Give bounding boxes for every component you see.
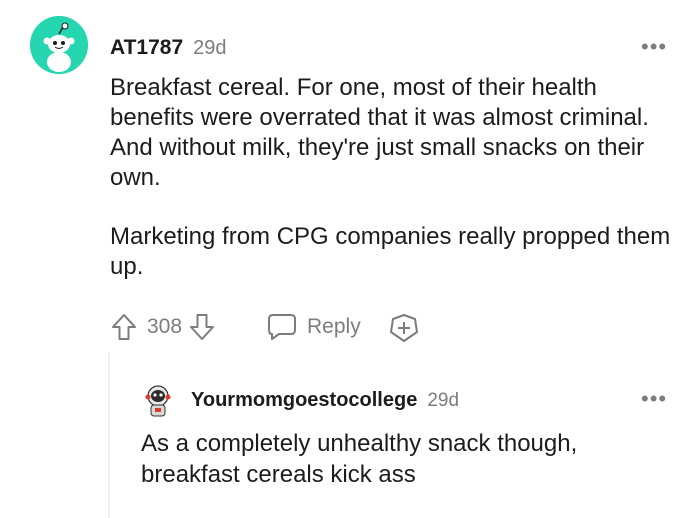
reply-button[interactable]: Reply — [266, 312, 361, 342]
award-button[interactable] — [387, 312, 421, 344]
comment-paragraph-1: Breakfast cereal. For one, most of their… — [110, 74, 649, 191]
reply-username[interactable]: Yourmomgoestocollege — [191, 389, 417, 411]
arrow-down-icon[interactable] — [188, 312, 216, 342]
comment-timestamp[interactable]: 29d — [193, 37, 226, 59]
vote-group: 308 — [110, 312, 216, 342]
plus-award-icon — [387, 312, 421, 344]
more-dots-icon[interactable]: ••• — [641, 36, 667, 58]
vote-score: 308 — [147, 315, 183, 338]
avatar[interactable] — [30, 16, 88, 74]
reply-timestamp[interactable]: 29d — [427, 390, 459, 411]
snoo-avatar-icon — [30, 16, 88, 74]
more-dots-icon[interactable]: ••• — [641, 388, 667, 410]
reply-avatar[interactable] — [140, 383, 176, 419]
reply-author[interactable]: Yourmomgoestocollege 29d — [191, 389, 459, 412]
comment-paragraph-2: Marketing from CPG companies really prop… — [110, 223, 671, 280]
reply-label: Reply — [307, 315, 361, 338]
reply-text: As a completely unhealthy snack though, … — [141, 430, 578, 488]
arrow-up-icon[interactable] — [110, 312, 138, 342]
astronaut-avatar-icon — [140, 383, 176, 419]
comment-author[interactable]: AT1787 29d — [110, 36, 227, 60]
speech-bubble-icon — [266, 312, 298, 342]
comment-username[interactable]: AT1787 — [110, 36, 183, 59]
thread-line[interactable] — [108, 352, 110, 518]
